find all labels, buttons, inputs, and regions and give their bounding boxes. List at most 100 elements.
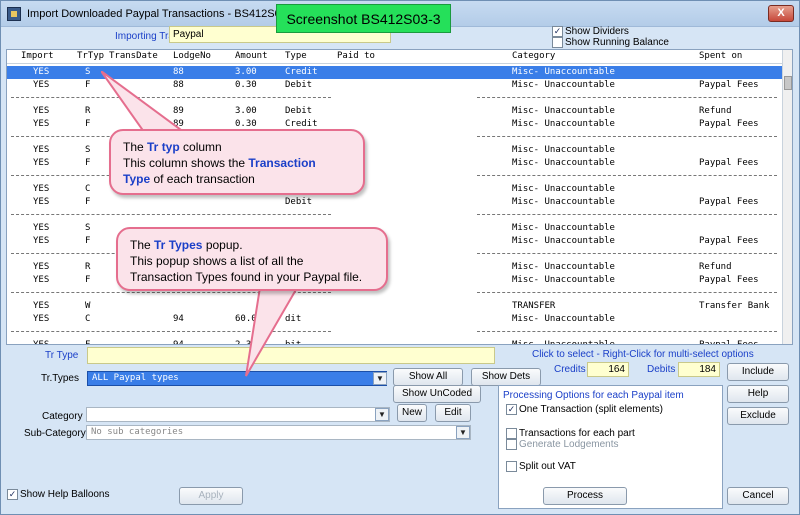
cell-import: YES [33,301,50,311]
transactions-each-part-checkbox[interactable] [506,428,517,439]
cell-type: Debit [285,197,313,207]
col-lodgeno[interactable]: LodgeNo [173,51,211,61]
cell-trtyp: F [85,236,91,246]
help-button[interactable]: Help [727,385,789,403]
credits-label: Credits [554,364,586,375]
show-dets-button[interactable]: Show Dets [471,368,541,386]
window-title: Import Downloaded Paypal Transactions - … [27,8,287,20]
close-button[interactable]: X [768,5,794,22]
show-dividers-checkbox[interactable]: ✓ [552,26,563,37]
row-divider [477,175,777,176]
col-transdate[interactable]: TransDate [109,51,158,61]
table-row[interactable]: YES F Debit Misc- Unaccountable Paypal Fees [7,196,782,209]
callout-text: Transaction Types found in your Paypal f… [130,270,363,284]
show-running-balance-label: Show Running Balance [565,37,669,48]
processing-options-panel: Processing Options for each Paypal item … [498,385,723,509]
show-help-balloons-checkbox[interactable]: ✓ [7,489,18,500]
cell-import: YES [33,236,50,246]
options-title: Processing Options for each Paypal item [503,390,684,401]
cell-spent: Paypal Fees [699,275,759,285]
cell-spent: Paypal Fees [699,158,759,168]
cell-category: Misc- Unaccountable [512,275,615,285]
cell-category: Misc- Unaccountable [512,119,615,129]
cell-import: YES [33,262,50,272]
col-paid-to[interactable]: Paid to [337,51,375,61]
cell-amount: 3.00 [235,67,257,77]
edit-category-button[interactable]: Edit [435,404,471,422]
one-transaction-checkbox[interactable]: ✓ [506,404,517,415]
show-dividers-label: Show Dividers [565,26,629,37]
click-hint: Click to select - Right-Click for multi-… [532,349,754,360]
exclude-button[interactable]: Exclude [727,407,789,425]
category-label: Category [42,411,83,422]
cell-trtyp: S [85,145,91,155]
callout-bold: Type [123,172,151,186]
callout-trtypes-pointer [245,281,303,377]
cell-trtyp: F [85,340,91,345]
screenshot-badge: Screenshot BS412S03-3 [276,4,451,33]
col-trtyp[interactable]: TrTyp [77,51,104,61]
apply-button[interactable]: Apply [179,487,243,505]
cell-spent: Refund [699,106,732,116]
cell-trtyp: F [85,80,91,90]
chevron-down-icon[interactable]: ▼ [375,408,389,421]
cell-category: Misc- Unaccountable [512,145,615,155]
subcategory-dropdown[interactable]: No sub categories [86,425,471,440]
callout-trtypes: The Tr Types popup. This popup shows a l… [116,227,388,291]
subcategory-label: Sub-Category [24,428,86,439]
cell-import: YES [33,314,50,324]
cell-trtyp: S [85,67,91,77]
callout-text: of each transaction [150,172,255,186]
cancel-button[interactable]: Cancel [727,487,789,505]
grid-scrollbar[interactable] [782,50,792,344]
split-vat-checkbox[interactable] [506,461,517,472]
cell-import: YES [33,67,50,77]
cell-import: YES [33,197,50,207]
generate-lodgements-label: Generate Lodgements [519,439,619,450]
cell-trtyp: F [85,119,91,129]
col-category[interactable]: Category [512,51,555,61]
cell-category: Misc- Unaccountable [512,314,615,324]
row-divider [477,253,777,254]
cell-trtyp: F [85,158,91,168]
cell-lodge: 94 [173,340,184,345]
debits-label: Debits [647,364,676,375]
scrollbar-thumb[interactable] [784,76,792,90]
cell-import: YES [33,106,50,116]
col-amount[interactable]: Amount [235,51,268,61]
col-type[interactable]: Type [285,51,307,61]
chevron-down-icon[interactable]: ▼ [456,426,470,439]
category-dropdown[interactable] [86,407,390,422]
debits-value: 184 [678,362,720,377]
table-row[interactable]: YES C 94 60.00 dit Misc- Unaccountable [7,313,782,326]
cell-spent: Paypal Fees [699,197,759,207]
cell-amount: 3.00 [235,106,257,116]
row-divider [11,214,331,215]
col-import[interactable]: Import [21,51,54,61]
cell-spent: Paypal Fees [699,119,759,129]
callout-text: The [123,140,148,154]
cell-trtyp: R [85,106,91,116]
process-button[interactable]: Process [543,487,627,505]
show-all-button[interactable]: Show All [393,368,463,386]
chevron-down-icon[interactable]: ▼ [373,372,387,385]
cell-type: Debit [285,106,313,116]
cell-import: YES [33,80,50,90]
callout-trtyp: The Tr typ column This column shows the … [109,129,365,195]
col-spent-on[interactable]: Spent on [699,51,742,61]
trtype-label: Tr Type [45,350,79,361]
show-running-balance-checkbox[interactable] [552,37,563,48]
cell-trtyp: S [85,223,91,233]
include-button[interactable]: Include [727,363,789,381]
cell-spent: Refund [699,262,732,272]
generate-lodgements-checkbox[interactable] [506,439,517,450]
cell-type: Debit [285,80,313,90]
table-row[interactable]: YES F 94 2.34 bit Misc- Unaccountable Paypal F… [7,339,782,345]
cell-trtyp: F [85,197,91,207]
row-divider [477,292,777,293]
show-uncoded-button[interactable]: Show UnCoded [393,385,481,403]
new-category-button[interactable]: New [397,404,427,422]
table-row[interactable]: YES W TRANSFER Transfer Bank [7,300,782,313]
cell-trtyp: W [85,301,91,311]
cell-import: YES [33,145,50,155]
